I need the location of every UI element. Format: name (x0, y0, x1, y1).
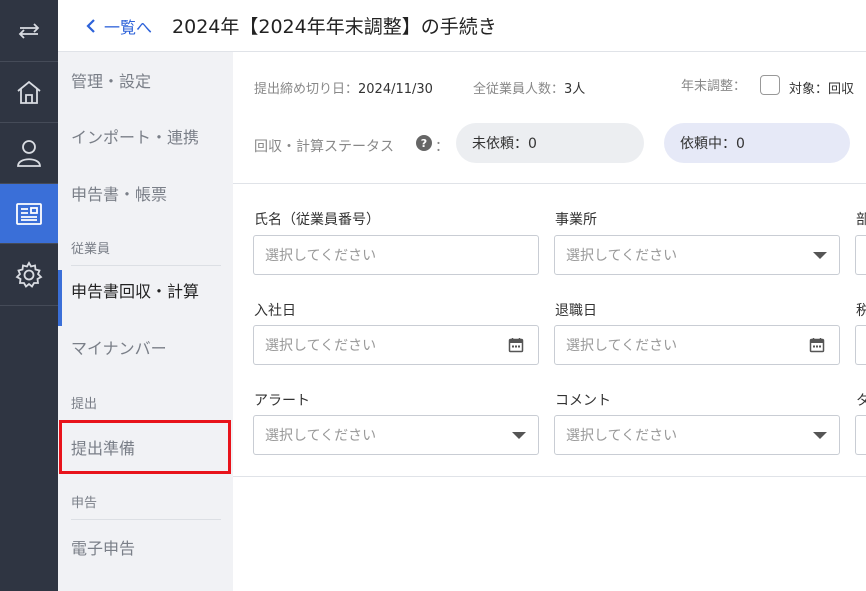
sidebar-item-efiling[interactable]: 電子申告 (58, 527, 233, 567)
name-filter-input[interactable]: 選択してください (253, 235, 539, 275)
deadline-label: 提出締め切り日： (254, 82, 359, 97)
sidebar-item-import[interactable]: インポート・連携 (58, 116, 233, 156)
filter-section-divider (233, 476, 866, 477)
sidebar-item-collect[interactable]: 申告書回収・計算 (58, 270, 233, 326)
comment-filter-select[interactable]: 選択してください (554, 415, 840, 455)
rail-settings-button[interactable] (0, 244, 58, 306)
year-end-target-checkbox[interactable] (760, 75, 780, 95)
help-icon[interactable]: ? (416, 135, 432, 151)
alert-filter-select[interactable]: 選択してください (253, 415, 539, 455)
office-filter-placeholder: 選択してください (566, 248, 678, 264)
status-not-requested-pill[interactable]: 未依頼：0 (456, 123, 644, 163)
back-to-list-link[interactable]: 一覧へ (86, 14, 152, 38)
page-title: 2024年【2024年年末調整】の手続き (172, 16, 497, 38)
sidebar-item-admin[interactable]: 管理・設定 (58, 60, 233, 100)
department-filter-label: 部 (856, 212, 866, 228)
alert-filter-placeholder: 選択してください (265, 428, 377, 444)
leave-date-placeholder: 選択してください (566, 338, 678, 354)
sidebar-item-mynumber[interactable]: マイナンバー (58, 327, 233, 367)
comment-filter-label: コメント (555, 393, 611, 409)
deadline-info: 提出締め切り日：2024/11/30 (254, 78, 433, 97)
home-icon (17, 80, 41, 104)
back-link-label: 一覧へ (104, 17, 153, 37)
comment-filter-placeholder: 選択してください (566, 428, 678, 444)
alert-filter-label: アラート (254, 393, 310, 409)
highlight-annotation-box (59, 420, 231, 474)
tag-filter-label: タ (856, 393, 866, 409)
deadline-value: 2024/11/30 (358, 82, 433, 97)
sidebar-nav: 管理・設定 インポート・連携 申告書・帳票 従業員 申告書回収・計算 マイナンバ… (58, 52, 233, 591)
leave-date-filter-label: 退職日 (555, 303, 597, 319)
main-content: 提出締め切り日：2024/11/30 全従業員人数：3人 年末調整： 対象：回収… (233, 52, 866, 591)
leave-date-filter-input[interactable]: 選択してください (554, 325, 840, 365)
chevron-down-icon (512, 432, 526, 439)
status-label: 回収・計算ステータス (254, 139, 394, 155)
person-icon (17, 140, 41, 167)
rail-procedure-button[interactable] (0, 184, 58, 244)
status-requested-pill[interactable]: 依頼中：0 (664, 123, 850, 163)
chevron-down-icon (813, 252, 827, 259)
office-filter-label: 事業所 (555, 212, 597, 228)
tax-filter-label: 税 (856, 303, 866, 319)
name-filter-placeholder: 選択してください (265, 248, 377, 264)
page-header: 一覧へ 2024年【2024年年末調整】の手続き (58, 0, 866, 52)
rail-employee-button[interactable] (0, 123, 58, 184)
year-end-adjust-label: 年末調整： (681, 79, 747, 94)
gear-icon (15, 260, 43, 288)
calendar-icon[interactable] (508, 337, 524, 353)
chevron-down-icon (813, 432, 827, 439)
name-filter-label: 氏名（従業員番号） (254, 212, 380, 228)
employee-count-label: 全従業員人数： (473, 82, 565, 97)
sidebar-section-employees: 従業員 (71, 238, 221, 266)
office-filter-select[interactable]: 選択してください (554, 235, 840, 275)
rail-home-button[interactable] (0, 62, 58, 123)
status-colon: ： (435, 139, 449, 155)
document-icon (16, 202, 42, 225)
app-rail (0, 0, 58, 591)
hire-date-filter-input[interactable]: 選択してください (253, 325, 539, 365)
employee-count-info: 全従業員人数：3人 (473, 78, 585, 97)
swap-arrows-icon (18, 22, 40, 39)
chevron-left-icon (86, 18, 95, 33)
hire-date-filter-label: 入社日 (254, 303, 296, 319)
hire-date-placeholder: 選択してください (265, 338, 377, 354)
sidebar-item-forms[interactable]: 申告書・帳票 (58, 173, 233, 213)
section-divider (233, 183, 866, 184)
department-filter-select[interactable] (855, 235, 866, 275)
tag-filter-select[interactable] (855, 415, 866, 455)
sidebar-section-submit: 提出 (71, 397, 98, 412)
target-label: 対象：回収 (789, 82, 855, 97)
employee-count-value: 3人 (564, 82, 586, 97)
sidebar-section-filing: 申告 (71, 492, 221, 520)
rail-switch-button[interactable] (0, 0, 58, 62)
calendar-icon[interactable] (809, 337, 825, 353)
tax-filter-select[interactable] (855, 325, 866, 365)
